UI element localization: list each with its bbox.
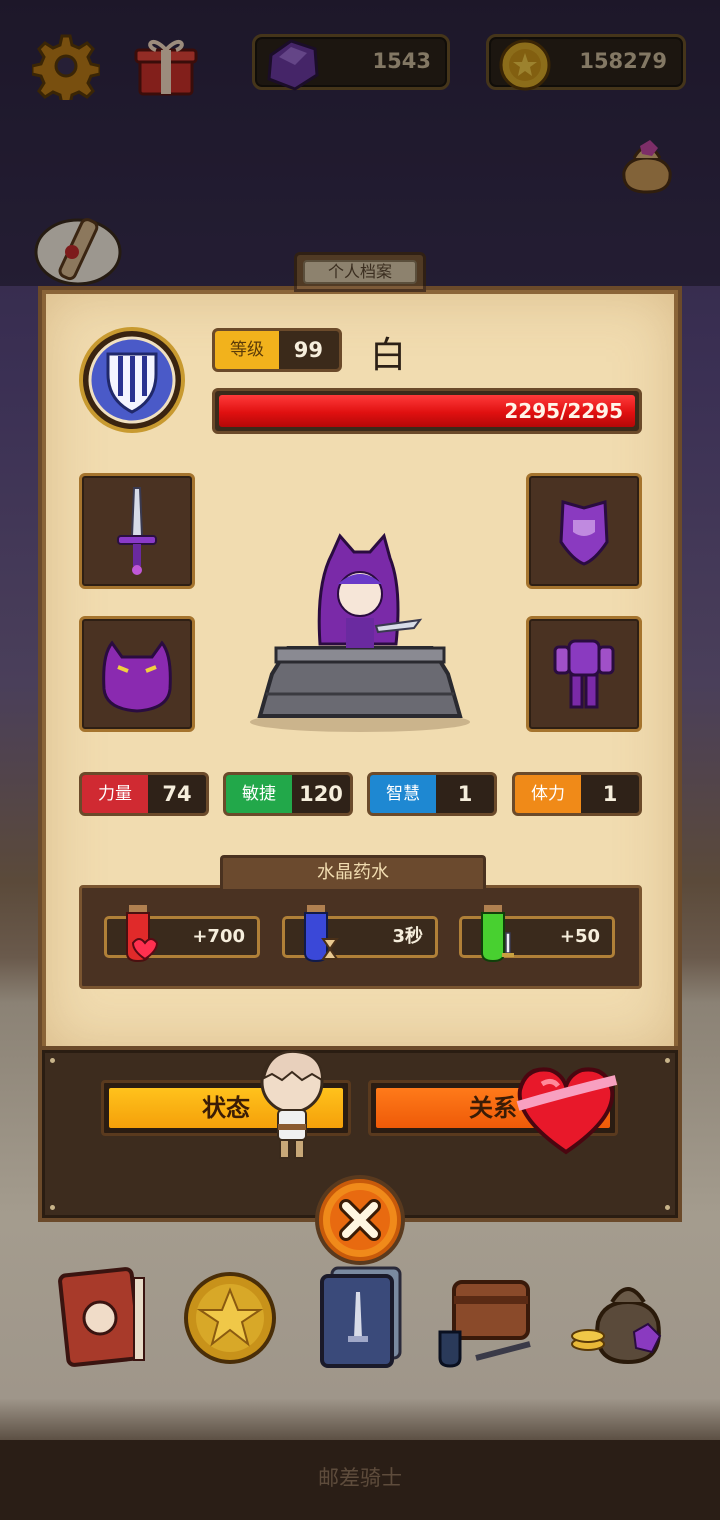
stat-strength: 力量 74 [79, 772, 209, 816]
gift-box-icon[interactable] [132, 32, 200, 100]
star-coin-icon[interactable] [180, 1262, 280, 1372]
armor-slot[interactable] [526, 616, 642, 732]
armor-icon [553, 639, 615, 709]
gold-coin-icon [499, 39, 551, 91]
stat-value: 74 [162, 782, 192, 806]
journal-book-icon[interactable] [54, 1262, 154, 1372]
potion-speed[interactable]: 3秒 [282, 905, 438, 963]
inventory-chest-icon[interactable] [436, 1262, 536, 1372]
red-potion-heart-icon [126, 905, 159, 963]
settings-gear-icon[interactable] [32, 32, 100, 100]
potion-value: +50 [559, 926, 600, 947]
stat-value: 1 [602, 782, 618, 806]
panel-title: 个人档案 [303, 260, 417, 284]
hero-character[interactable] [246, 524, 474, 736]
stat-stamina: 体力 1 [512, 772, 642, 816]
potion-value: 3秒 [392, 926, 423, 947]
stat-value: 1 [457, 782, 473, 806]
level-label: 等级 [215, 331, 279, 369]
footer-title: 邮差骑士 [318, 1466, 402, 1490]
purple-shield-icon [559, 500, 609, 566]
stat-label: 体力 [515, 775, 581, 813]
hp-bar-fill: 2295/2295 [219, 395, 635, 427]
shield-slot[interactable] [526, 473, 642, 589]
coin-counter[interactable]: 158279 [486, 34, 686, 91]
weapon-slot[interactable] [79, 473, 195, 589]
scroll-quest-icon[interactable] [34, 212, 122, 288]
chibi-character-icon [260, 1050, 324, 1159]
heart-icon [516, 1067, 618, 1155]
coin-count: 158279 [579, 49, 667, 73]
class-emblem-icon[interactable] [78, 326, 186, 434]
gem-bag-icon[interactable] [612, 128, 682, 198]
hp-text: 2295/2295 [504, 399, 623, 423]
potion-attack[interactable]: +50 [459, 905, 615, 963]
blue-potion-hourglass-icon [304, 905, 339, 963]
stat-label: 智慧 [370, 775, 436, 813]
level-value: 99 [293, 338, 323, 362]
stat-value: 120 [299, 782, 343, 806]
potion-section-title: 水晶药水 [220, 855, 486, 889]
gold-bag-icon[interactable] [568, 1262, 668, 1372]
potion-hp[interactable]: +700 [104, 905, 260, 963]
sword-icon [117, 487, 157, 575]
purple-gem-icon [267, 39, 319, 91]
gem-counter[interactable]: 1543 [252, 34, 450, 91]
green-potion-sword-icon [481, 905, 514, 963]
stat-label: 力量 [82, 775, 148, 813]
level-badge: 等级 99 [212, 328, 342, 372]
stat-agility: 敏捷 120 [223, 772, 353, 816]
cat-helmet-icon [102, 640, 172, 713]
close-icon[interactable] [312, 1172, 408, 1268]
gem-count: 1543 [372, 49, 431, 73]
hp-bar: 2295/2295 [212, 388, 642, 434]
skill-card-icon[interactable] [312, 1262, 412, 1372]
stat-wisdom: 智慧 1 [367, 772, 497, 816]
helmet-slot[interactable] [79, 616, 195, 732]
panel-tab: 个人档案 [294, 252, 426, 292]
character-name: 白 [370, 335, 407, 376]
stat-label: 敏捷 [226, 775, 292, 813]
potion-value: +700 [192, 926, 245, 947]
